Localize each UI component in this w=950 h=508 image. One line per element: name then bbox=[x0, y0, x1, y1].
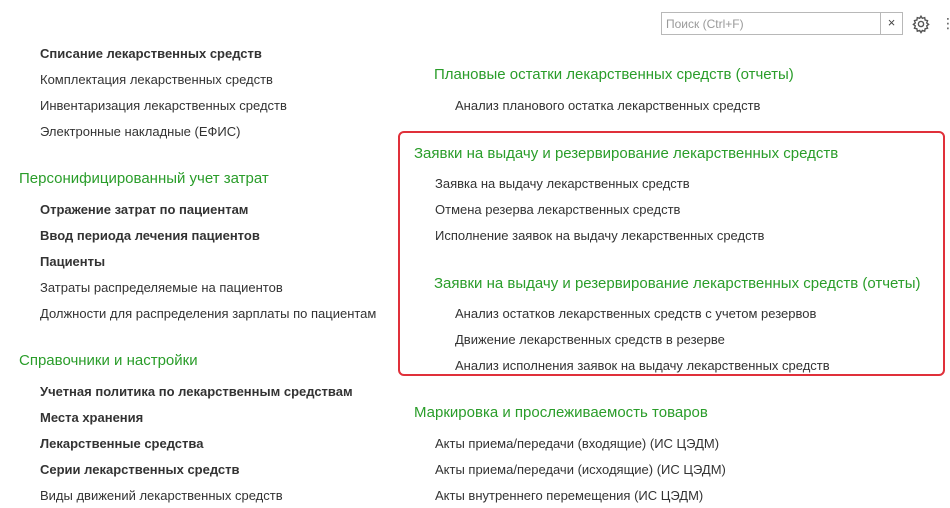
nav-link-request-execution[interactable]: Исполнение заявок на выдачу лекарственны… bbox=[435, 228, 764, 243]
group-title-planned-balances-reports[interactable]: Плановые остатки лекарственных средств (… bbox=[434, 66, 794, 83]
group-title-requests-reservation-reports[interactable]: Заявки на выдачу и резервирование лекарс… bbox=[434, 275, 921, 292]
nav-link-inventory[interactable]: Инвентаризация лекарственных средств bbox=[40, 98, 287, 113]
gear-icon[interactable] bbox=[911, 14, 931, 34]
nav-link-acts-incoming[interactable]: Акты приема/передачи (входящие) (ИС ЦЭДМ… bbox=[435, 436, 719, 451]
nav-link-storage-places[interactable]: Места хранения bbox=[40, 410, 143, 425]
nav-link-patient-costs[interactable]: Отражение затрат по пациентам bbox=[40, 202, 248, 217]
nav-link-balance-with-reserves[interactable]: Анализ остатков лекарственных средств с … bbox=[455, 306, 816, 321]
nav-link-patients[interactable]: Пациенты bbox=[40, 254, 105, 269]
nav-link-movement-types[interactable]: Виды движений лекарственных средств bbox=[40, 488, 283, 503]
group-title-marking-traceability[interactable]: Маркировка и прослеживаемость товаров bbox=[414, 404, 708, 421]
more-icon[interactable]: ⋮ bbox=[941, 14, 950, 34]
nav-link-distributed-costs[interactable]: Затраты распределяемые на пациентов bbox=[40, 280, 283, 295]
nav-link-medicine-series[interactable]: Серии лекарственных средств bbox=[40, 462, 240, 477]
nav-link-cancel-reserve[interactable]: Отмена резерва лекарственных средств bbox=[435, 202, 680, 217]
group-title-personified-costs[interactable]: Персонифицированный учет затрат bbox=[19, 170, 269, 187]
nav-link-request-execution-analysis[interactable]: Анализ исполнения заявок на выдачу лекар… bbox=[455, 358, 830, 373]
nav-link-acts-outgoing[interactable]: Акты приема/передачи (исходящие) (ИС ЦЭД… bbox=[435, 462, 726, 477]
nav-link-medicines[interactable]: Лекарственные средства bbox=[40, 436, 203, 451]
nav-link-reserve-movement[interactable]: Движение лекарственных средств в резерве bbox=[455, 332, 725, 347]
nav-link-kitting[interactable]: Комплектация лекарственных средств bbox=[40, 72, 273, 87]
group-title-references[interactable]: Справочники и настройки bbox=[19, 352, 198, 369]
search-input[interactable] bbox=[662, 13, 880, 34]
group-title-requests-reservation[interactable]: Заявки на выдачу и резервирование лекарс… bbox=[414, 145, 838, 162]
nav-link-accounting-policy[interactable]: Учетная политика по лекарственным средст… bbox=[40, 384, 353, 399]
nav-link-planned-balance-analysis[interactable]: Анализ планового остатка лекарственных с… bbox=[455, 98, 760, 113]
nav-link-acts-internal[interactable]: Акты внутреннего перемещения (ИС ЦЭДМ) bbox=[435, 488, 703, 503]
nav-link-salary-positions[interactable]: Должности для распределения зарплаты по … bbox=[40, 306, 376, 321]
nav-link-treatment-period[interactable]: Ввод периода лечения пациентов bbox=[40, 228, 260, 243]
nav-link-issue-request[interactable]: Заявка на выдачу лекарственных средств bbox=[435, 176, 690, 191]
clear-search-button[interactable]: × bbox=[880, 13, 902, 34]
search-box: × bbox=[661, 12, 903, 35]
nav-link-write-off[interactable]: Списание лекарственных средств bbox=[40, 46, 262, 61]
nav-link-electronic-invoices[interactable]: Электронные накладные (ЕФИС) bbox=[40, 124, 240, 139]
